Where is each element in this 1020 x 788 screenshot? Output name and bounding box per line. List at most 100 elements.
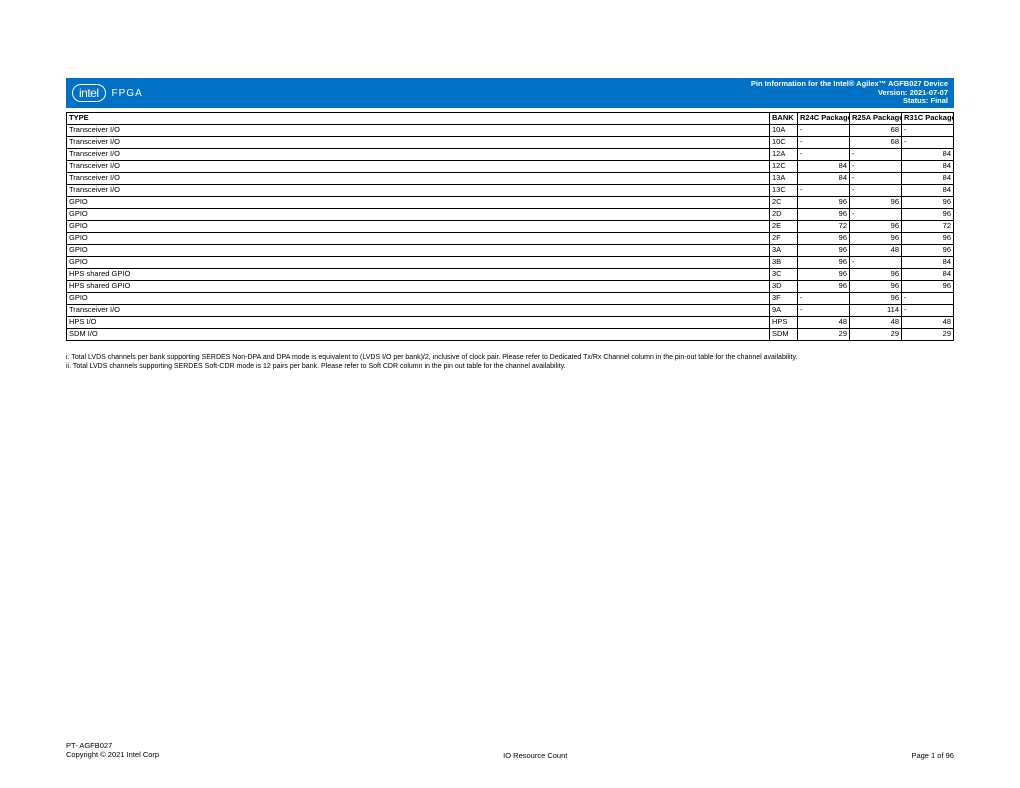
table-cell: 48 [798, 317, 850, 329]
footer-copyright: Copyright © 2021 Intel Corp [66, 750, 159, 760]
table-cell: Transceiver I/O [67, 149, 770, 161]
header-info: Pin Information for the Intel® Agilex™ A… [751, 80, 948, 106]
table-row: Transceiver I/O12A--84 [67, 149, 954, 161]
table-row: GPIO2E729672 [67, 221, 954, 233]
table-cell: 96 [798, 197, 850, 209]
table-cell: GPIO [67, 257, 770, 269]
table-cell: GPIO [67, 233, 770, 245]
table-cell: HPS I/O [67, 317, 770, 329]
table-cell: 3D [770, 281, 798, 293]
table-cell: 96 [902, 245, 954, 257]
table-row: Transceiver I/O12C84-84 [67, 161, 954, 173]
table-row: GPIO3F-96- [67, 293, 954, 305]
table-cell: - [798, 125, 850, 137]
table-row: GPIO2F969696 [67, 233, 954, 245]
table-cell: 3F [770, 293, 798, 305]
table-cell: 96 [850, 269, 902, 281]
table-row: Transceiver I/O13C--84 [67, 185, 954, 197]
table-cell: 3A [770, 245, 798, 257]
table-cell: HPS shared GPIO [67, 281, 770, 293]
table-cell: HPS shared GPIO [67, 269, 770, 281]
table-cell: Transceiver I/O [67, 125, 770, 137]
footnote-1: i. Total LVDS channels per bank supporti… [66, 353, 954, 362]
col-r24c: R24C Package [798, 113, 850, 125]
table-row: GPIO3A964896 [67, 245, 954, 257]
table-cell: GPIO [67, 221, 770, 233]
table-cell: - [798, 137, 850, 149]
table-cell: SDM [770, 329, 798, 341]
table-cell: 9A [770, 305, 798, 317]
table-row: Transceiver I/O9A-114- [67, 305, 954, 317]
table-cell: 96 [850, 221, 902, 233]
table-cell: 10A [770, 125, 798, 137]
table-cell: 84 [798, 173, 850, 185]
table-cell: - [798, 305, 850, 317]
table-cell: Transceiver I/O [67, 161, 770, 173]
table-cell: Transceiver I/O [67, 173, 770, 185]
doc-status: Status: Final [751, 97, 948, 106]
table-cell: - [798, 185, 850, 197]
footnotes: i. Total LVDS channels per bank supporti… [66, 353, 954, 371]
table-cell: 96 [902, 233, 954, 245]
table-cell: 12A [770, 149, 798, 161]
table-cell: 3C [770, 269, 798, 281]
table-row: Transceiver I/O13A84-84 [67, 173, 954, 185]
table-row: Transceiver I/O10C-68- [67, 137, 954, 149]
table-cell: 68 [850, 125, 902, 137]
table-cell: GPIO [67, 245, 770, 257]
table-cell: 84 [902, 149, 954, 161]
table-cell: 96 [850, 197, 902, 209]
table-cell: HPS [770, 317, 798, 329]
table-cell: - [902, 125, 954, 137]
table-cell: - [798, 149, 850, 161]
table-cell: 84 [902, 161, 954, 173]
table-cell: SDM I/O [67, 329, 770, 341]
table-cell: 2F [770, 233, 798, 245]
table-cell: 48 [850, 245, 902, 257]
table-cell: GPIO [67, 209, 770, 221]
col-bank: BANK [770, 113, 798, 125]
table-cell: 3B [770, 257, 798, 269]
table-row: HPS shared GPIO3C969684 [67, 269, 954, 281]
logo-block: intel FPGA [72, 84, 143, 102]
table-row: HPS shared GPIO3D969696 [67, 281, 954, 293]
table-cell: - [850, 161, 902, 173]
table-cell: 114 [850, 305, 902, 317]
table-cell: 84 [902, 269, 954, 281]
table-cell: 48 [902, 317, 954, 329]
table-cell: - [850, 185, 902, 197]
table-cell: GPIO [67, 293, 770, 305]
table-cell: 12C [770, 161, 798, 173]
table-cell: 96 [902, 281, 954, 293]
table-cell: Transceiver I/O [67, 137, 770, 149]
footer-page: Page 1 of 96 [911, 751, 954, 760]
table-cell: - [850, 209, 902, 221]
col-r25a: R25A Package [850, 113, 902, 125]
table-cell: - [850, 173, 902, 185]
table-row: GPIO2C969696 [67, 197, 954, 209]
table-cell: - [902, 137, 954, 149]
page-footer: PT- AGFB027 Copyright © 2021 Intel Corp … [66, 741, 954, 761]
table-cell: 2E [770, 221, 798, 233]
table-cell: - [850, 149, 902, 161]
table-cell: 96 [798, 281, 850, 293]
table-cell: Transceiver I/O [67, 185, 770, 197]
table-cell: 29 [902, 329, 954, 341]
table-cell: 96 [850, 281, 902, 293]
table-cell: 96 [902, 209, 954, 221]
io-resource-table: TYPE BANK R24C Package R25A Package R31C… [66, 112, 954, 341]
table-cell: - [902, 305, 954, 317]
table-cell: 96 [850, 233, 902, 245]
table-cell: 29 [798, 329, 850, 341]
footnote-2: ii. Total LVDS channels supporting SERDE… [66, 362, 954, 371]
table-cell: 84 [902, 257, 954, 269]
table-cell: 84 [798, 161, 850, 173]
col-type: TYPE [67, 113, 770, 125]
table-cell: 72 [902, 221, 954, 233]
table-cell: - [902, 293, 954, 305]
table-cell: 96 [798, 257, 850, 269]
table-cell: 13C [770, 185, 798, 197]
logo-sub: FPGA [112, 88, 143, 99]
table-cell: - [850, 257, 902, 269]
footer-center: IO Resource Count [503, 751, 567, 760]
